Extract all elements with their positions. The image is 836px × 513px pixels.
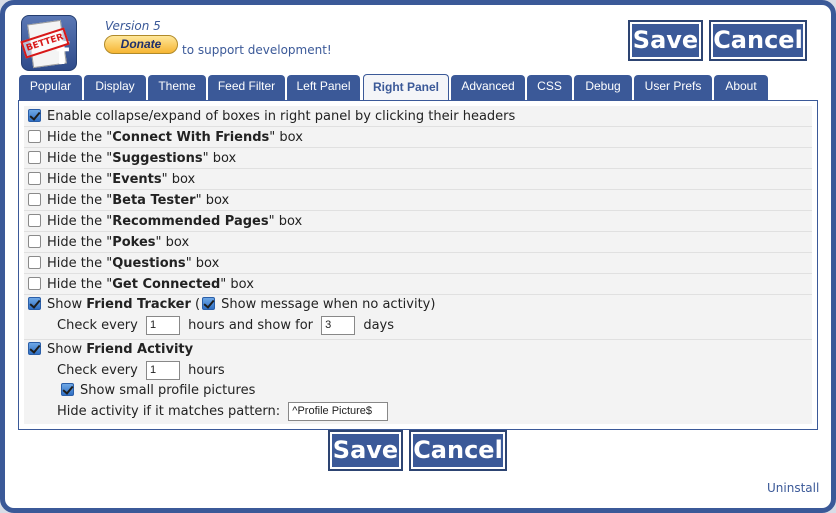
option-label-pre: Hide the ": [47, 277, 113, 292]
option-label-pre: Hide the ": [47, 172, 113, 187]
option-label-pre: Hide the ": [47, 193, 113, 208]
friend-tracker-interval-line: Check every 1 hours and show for 3 days: [57, 316, 394, 336]
no-activity-label: Show message when no activity): [221, 297, 436, 312]
small-pictures-label: Show small profile pictures: [80, 383, 256, 398]
friend-activity-title: Friend Activity: [86, 342, 194, 357]
option-label-bold: Pokes: [112, 235, 156, 250]
checkbox-hide-events[interactable]: [28, 172, 41, 185]
option-label-bold: Beta Tester: [112, 193, 196, 208]
friend-activity-interval-line: Check every 1 hours: [57, 361, 225, 381]
tab-theme[interactable]: Theme: [148, 75, 206, 100]
option-label-pre: Hide the ": [47, 151, 113, 166]
friend-activity-section: Show Friend Activity Check every 1 hours…: [24, 340, 812, 424]
save-button-top[interactable]: Save: [628, 20, 703, 61]
uninstall-link[interactable]: Uninstall: [767, 481, 819, 495]
option-row-beta-tester: Hide the "Beta Tester" box: [24, 190, 812, 211]
option-label-bold: Get Connected: [112, 277, 221, 292]
option-row-suggestions: Hide the "Suggestions" box: [24, 148, 812, 169]
donate-button[interactable]: Donate: [104, 35, 178, 54]
option-row-get-connected: Hide the "Get Connected" box: [24, 274, 812, 295]
friend-tracker-show: Show: [47, 297, 83, 312]
option-label-post: " box: [269, 130, 303, 145]
cancel-button-top[interactable]: Cancel: [709, 20, 807, 61]
right-panel-options: Enable collapse/expand of boxes in right…: [18, 100, 818, 430]
friend-tracker-paren: (: [195, 297, 201, 312]
checkbox-hide-recommended-pages[interactable]: [28, 214, 41, 227]
checkbox-no-activity-message[interactable]: [202, 297, 216, 310]
option-label-bold: Events: [112, 172, 162, 187]
option-label-post: " box: [195, 193, 230, 208]
checkbox-hide-connect-with-friends[interactable]: [28, 130, 41, 143]
option-row-pokes: Hide the "Pokes" box: [24, 232, 812, 253]
option-label-bold: Questions: [112, 256, 186, 271]
option-label-post: " box: [161, 172, 196, 187]
option-label-post: " box: [202, 151, 237, 166]
checkbox-enable-collapse[interactable]: [28, 109, 41, 122]
option-label-bold: Connect With Friends: [112, 130, 270, 145]
option-label-bold: Recommended Pages: [112, 214, 269, 229]
tab-css[interactable]: CSS: [527, 75, 572, 100]
checkbox-show-friend-activity[interactable]: [28, 342, 41, 355]
save-button-bottom[interactable]: Save: [328, 430, 403, 471]
tab-about[interactable]: About: [714, 75, 768, 100]
option-row-recommended-pages: Hide the "Recommended Pages" box: [24, 211, 812, 232]
checkbox-hide-questions[interactable]: [28, 256, 41, 269]
option-row-questions: Hide the "Questions" box: [24, 253, 812, 274]
support-text: to support development!: [182, 43, 332, 57]
friend-activity-line: Show Friend Activity: [28, 340, 193, 360]
friend-tracker-title: Friend Tracker: [86, 297, 191, 312]
option-label-post: " box: [268, 214, 303, 229]
tab-user-prefs[interactable]: User Prefs: [634, 75, 712, 100]
tab-popular[interactable]: Popular: [19, 75, 82, 100]
checkbox-hide-get-connected[interactable]: [28, 277, 41, 290]
tab-feed-filter[interactable]: Feed Filter: [208, 75, 285, 100]
tab-right-panel[interactable]: Right Panel: [363, 74, 449, 101]
friend-activity-show: Show: [47, 342, 83, 357]
option-label-pre: Hide the ": [47, 235, 113, 250]
option-row-connect-with-friends: Hide the "Connect With Friends" box: [24, 127, 812, 148]
option-label-pre: Hide the ": [47, 130, 113, 145]
tab-advanced[interactable]: Advanced: [451, 75, 525, 100]
option-label-post: " box: [220, 277, 254, 292]
check-every-label: Check every: [57, 363, 138, 378]
checkbox-hide-pokes[interactable]: [28, 235, 41, 248]
tracker-hours-input[interactable]: 1: [146, 316, 180, 335]
tab-left-panel[interactable]: Left Panel: [287, 75, 360, 100]
checkbox-hide-suggestions[interactable]: [28, 151, 41, 164]
hours-and-show-for-label: hours and show for: [188, 318, 314, 333]
cancel-button-bottom[interactable]: Cancel: [409, 430, 507, 471]
option-row-events: Hide the "Events" box: [24, 169, 812, 190]
option-label-post: " box: [155, 235, 190, 250]
option-label-pre: Hide the ": [47, 256, 113, 271]
hide-pattern-input[interactable]: ^Profile Picture$: [288, 402, 389, 421]
days-label: days: [363, 318, 394, 333]
hours-label: hours: [188, 363, 225, 378]
option-label-pre: Hide the ": [47, 214, 113, 229]
hide-pattern-label: Hide activity if it matches pattern:: [57, 404, 281, 419]
checkbox-show-friend-tracker[interactable]: [28, 297, 41, 310]
activity-hours-input[interactable]: 1: [146, 361, 180, 380]
version-label: Version 5: [105, 19, 161, 33]
friend-tracker-line: Show Friend Tracker ( Show message when n…: [28, 295, 435, 315]
checkbox-small-profile-pictures[interactable]: [61, 383, 74, 396]
tab-debug[interactable]: Debug: [574, 75, 632, 100]
check-every-label: Check every: [57, 318, 138, 333]
option-row-collapse: Enable collapse/expand of boxes in right…: [24, 106, 812, 127]
small-pictures-line: Show small profile pictures: [61, 381, 255, 401]
app-logo: f BETTER: [20, 15, 77, 71]
tab-display[interactable]: Display: [84, 75, 146, 100]
checkbox-hide-beta-tester[interactable]: [28, 193, 41, 206]
friend-tracker-section: Show Friend Tracker ( Show message when n…: [24, 295, 812, 340]
hide-pattern-line: Hide activity if it matches pattern: ^Pr…: [57, 402, 389, 422]
option-label: Enable collapse/expand of boxes in right…: [47, 109, 516, 124]
tracker-days-input[interactable]: 3: [321, 316, 356, 335]
option-label-post: " box: [185, 256, 220, 271]
option-label-bold: Suggestions: [112, 151, 203, 166]
